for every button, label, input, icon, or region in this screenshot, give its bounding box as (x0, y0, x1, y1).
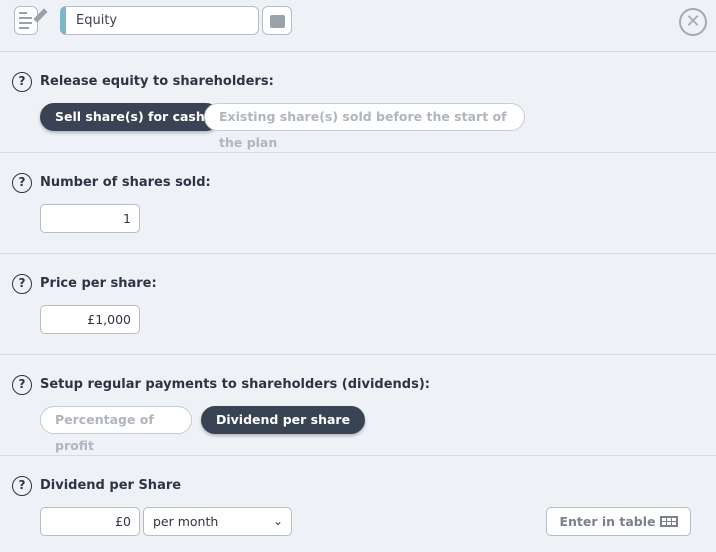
section-label: Setup regular payments to shareholders (… (40, 377, 430, 392)
section-label: Number of shares sold: (40, 175, 211, 190)
section-price: ? Price per share: £1,000 (0, 254, 716, 355)
percentage-of-profit-button[interactable]: Percentage of profit (40, 406, 192, 453)
help-icon[interactable]: ? (12, 274, 32, 294)
section-label: Price per share: (40, 276, 157, 291)
header: Equity ✕ (0, 0, 716, 52)
dividend-per-share-button[interactable]: Dividend per share (201, 406, 366, 434)
section-shares-sold: ? Number of shares sold: 1 (0, 153, 716, 254)
chevron-down-icon: ⌄ (272, 514, 283, 528)
section-dividends: ? Setup regular payments to shareholders… (0, 355, 716, 456)
help-icon[interactable]: ? (12, 375, 32, 395)
section-label: Dividend per Share (40, 478, 182, 493)
help-icon[interactable]: ? (12, 72, 32, 92)
period-select[interactable]: per month ⌄ (143, 507, 292, 536)
shares-sold-input[interactable]: 1 (40, 204, 140, 233)
calendar-icon[interactable] (262, 6, 292, 35)
sell-shares-button[interactable]: Sell share(s) for cash (40, 103, 220, 131)
close-icon[interactable]: ✕ (679, 8, 707, 36)
existing-shares-button[interactable]: Existing share(s) sold before the start … (204, 103, 525, 150)
section-label: Release equity to shareholders: (40, 74, 274, 89)
title-input[interactable]: Equity (60, 6, 259, 35)
price-per-share-input[interactable]: £1,000 (40, 305, 140, 334)
table-grid-icon (659, 516, 678, 527)
section-release-equity: ? Release equity to shareholders: Sell s… (0, 52, 716, 153)
dividend-amount-input[interactable]: £0 (40, 507, 140, 536)
help-icon[interactable]: ? (12, 476, 32, 496)
help-icon[interactable]: ? (12, 173, 32, 193)
period-value: per month (153, 514, 219, 529)
section-dividend-per-share: ? Dividend per Share £0 per month ⌄ Ente… (0, 456, 716, 552)
enter-in-table-label: Enter in table (559, 514, 656, 529)
enter-in-table-button[interactable]: Enter in table (546, 507, 691, 536)
